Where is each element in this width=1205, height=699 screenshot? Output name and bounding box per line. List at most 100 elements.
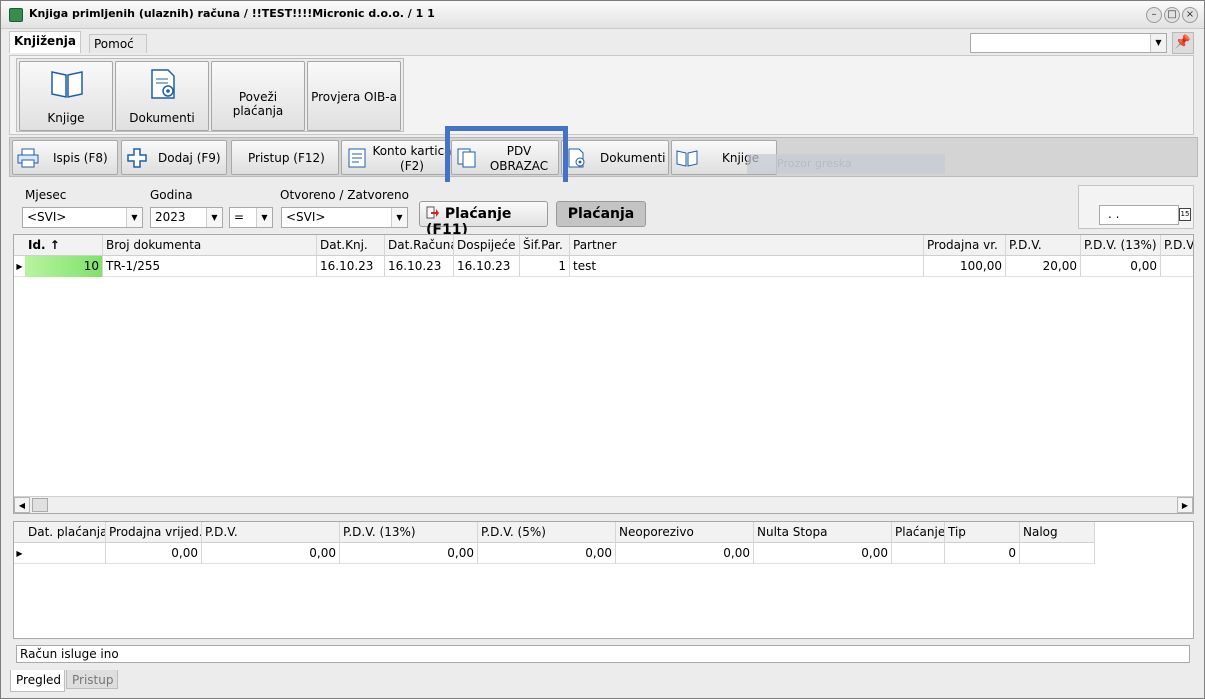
- tab-pregled[interactable]: Pregled: [10, 670, 65, 692]
- dokumenti-button[interactable]: Dokumenti: [561, 140, 669, 175]
- chevron-down-icon[interactable]: ▼: [391, 208, 407, 227]
- cell-pdv-13[interactable]: 0,00: [1081, 256, 1161, 277]
- dokumenti-label: Dokumenti: [129, 111, 195, 125]
- konto-kartica-button[interactable]: Konto kartica (F2): [341, 140, 452, 175]
- dodaj-label: Dodaj (F9): [158, 151, 221, 165]
- chevron-down-icon[interactable]: ▼: [1150, 34, 1166, 52]
- col-dat-racuna[interactable]: Dat.Računa: [385, 235, 454, 256]
- cell-broj-dokumenta[interactable]: TR-1/255: [103, 256, 317, 277]
- grid-header: Id. ↑ Broj dokumenta Dat.Knj. Dat.Računa…: [14, 235, 1193, 256]
- knjige-ribbon-button[interactable]: Knjige: [19, 61, 113, 131]
- scroll-thumb[interactable]: [32, 498, 48, 512]
- title-bar[interactable]: Knjiga primljenih (ulaznih) računa / !!T…: [1, 1, 1204, 29]
- ispis-button[interactable]: Ispis (F8): [12, 140, 118, 175]
- col-pdv[interactable]: P.D.V.: [202, 522, 340, 543]
- cell-partner[interactable]: test: [570, 256, 924, 277]
- cell-pdv-13[interactable]: 0,00: [340, 543, 478, 564]
- cell-id[interactable]: 10: [25, 256, 103, 277]
- povezi-placanja-button[interactable]: Poveži plaćanja: [211, 61, 305, 131]
- cell-neoporezivo[interactable]: 0,00: [616, 543, 754, 564]
- col-pdv-13[interactable]: P.D.V. (13%): [1081, 235, 1161, 256]
- cell-dat-knj[interactable]: 16.10.23: [317, 256, 385, 277]
- status-select[interactable]: <SVI> ▼: [281, 207, 408, 228]
- cell-pdv-more[interactable]: [1161, 256, 1193, 277]
- quick-search-combo[interactable]: ▼: [970, 33, 1167, 53]
- godina-select[interactable]: 2023 ▼: [150, 207, 223, 228]
- cell-sif-par[interactable]: 1: [520, 256, 570, 277]
- cell-tip[interactable]: 0: [945, 543, 1020, 564]
- dokumenti-ribbon-button[interactable]: Dokumenti: [115, 61, 209, 131]
- col-tip[interactable]: Tip: [945, 522, 1020, 543]
- table-row[interactable]: ▶ 10 TR-1/255 16.10.23 16.10.23 16.10.23…: [14, 256, 1193, 277]
- cell-dospijece[interactable]: 16.10.23: [454, 256, 520, 277]
- col-dat-placanja[interactable]: Dat. plaćanja: [25, 522, 106, 543]
- tab-pomoc[interactable]: Pomoć: [89, 34, 147, 53]
- cell-nalog[interactable]: [1020, 543, 1095, 564]
- placanja-button[interactable]: Plaćanja: [556, 201, 646, 227]
- col-dat-knj[interactable]: Dat.Knj.: [317, 235, 385, 256]
- operator-select[interactable]: = ▼: [229, 207, 273, 228]
- pristup-button[interactable]: Pristup (F12): [231, 140, 339, 175]
- tab-knjizenja[interactable]: Knjiženja: [9, 31, 81, 53]
- cell-dat-racuna[interactable]: 16.10.23: [385, 256, 454, 277]
- filter-bar: Mjesec <SVI> ▼ Godina 2023 ▼ = ▼ Otvoren…: [13, 182, 1194, 238]
- col-prodajna-vrijed[interactable]: Prodajna vrijed.: [106, 522, 202, 543]
- col-pdv-13[interactable]: P.D.V. (13%): [340, 522, 478, 543]
- book-icon: [51, 71, 83, 98]
- document-gear-icon: [151, 69, 175, 99]
- invoices-grid: Id. ↑ Broj dokumenta Dat.Knj. Dat.Računa…: [13, 234, 1194, 514]
- col-nulta-stopa[interactable]: Nulta Stopa: [754, 522, 892, 543]
- document-gear-icon: [568, 148, 585, 168]
- col-dospijece[interactable]: Dospijeće: [454, 235, 520, 256]
- tab-pristup[interactable]: Pristup: [66, 670, 118, 689]
- date-filter-box: . . 15: [1078, 185, 1194, 229]
- cell-pdv-5[interactable]: 0,00: [478, 543, 616, 564]
- cell-prodajna-vrijed[interactable]: 0,00: [106, 543, 202, 564]
- col-pdv[interactable]: P.D.V.: [1006, 235, 1081, 256]
- pdv-obrazac-button[interactable]: PDV OBRAZAC: [451, 140, 559, 175]
- col-id[interactable]: Id. ↑: [25, 235, 103, 256]
- ghost-window-label: Prozor greska: [747, 154, 945, 174]
- calendar-icon[interactable]: 15: [1179, 208, 1191, 221]
- cell-pdv[interactable]: 0,00: [202, 543, 340, 564]
- chevron-down-icon[interactable]: ▼: [206, 208, 222, 227]
- main-window: Knjiga primljenih (ulaznih) računa / !!T…: [0, 0, 1205, 699]
- close-icon[interactable]: ×: [1182, 7, 1198, 23]
- date-input[interactable]: . .: [1099, 205, 1179, 225]
- row-indicator-icon: ▶: [16, 549, 23, 558]
- col-placanje[interactable]: Plaćanje: [892, 522, 945, 543]
- cell-prodajna-vr[interactable]: 100,00: [924, 256, 1006, 277]
- col-sif-par[interactable]: Šif.Par.: [520, 235, 570, 256]
- col-broj-dokumenta[interactable]: Broj dokumenta: [103, 235, 317, 256]
- mjesec-select[interactable]: <SVI> ▼: [22, 207, 143, 228]
- dodaj-button[interactable]: Dodaj (F9): [121, 140, 227, 175]
- col-neoporezivo[interactable]: Neoporezivo: [616, 522, 754, 543]
- cell-nulta-stopa[interactable]: 0,00: [754, 543, 892, 564]
- chevron-down-icon[interactable]: ▼: [126, 208, 142, 227]
- col-pdv-5[interactable]: P.D.V. (5%): [478, 522, 616, 543]
- scroll-left-icon[interactable]: ◀: [14, 497, 30, 513]
- col-nalog[interactable]: Nalog: [1020, 522, 1095, 543]
- chevron-down-icon[interactable]: ▼: [256, 208, 272, 227]
- cell-placanje[interactable]: [892, 543, 945, 564]
- memo-field[interactable]: Račun isluge ino: [16, 645, 1190, 663]
- table-row[interactable]: ▶ 0,00 0,00 0,00 0,00 0,00 0,00 0: [14, 543, 1095, 564]
- action-toolbar: Ispis (F8) Dodaj (F9) Pristup (F12) Kont…: [9, 137, 1198, 177]
- maximize-icon[interactable]: □: [1164, 7, 1180, 23]
- placanje-f11-button[interactable]: Plaćanje (F11): [419, 201, 548, 238]
- col-prodajna-vr[interactable]: Prodajna vr.: [924, 235, 1006, 256]
- scroll-right-icon[interactable]: ▶: [1177, 497, 1193, 513]
- horizontal-scrollbar[interactable]: ◀ ▶: [14, 496, 1193, 513]
- ribbon-group: Knjige Dokumenti Poveži plaćanja Provjer…: [16, 58, 404, 132]
- col-partner[interactable]: Partner: [570, 235, 924, 256]
- provjera-oib-button[interactable]: Provjera OIB-a: [307, 61, 401, 131]
- col-pdv-more[interactable]: P.D.V: [1161, 235, 1193, 256]
- godina-label: Godina: [150, 188, 193, 202]
- pdv-obrazac-label: PDV OBRAZAC: [482, 144, 556, 174]
- minimize-icon[interactable]: –: [1146, 7, 1162, 23]
- cell-pdv[interactable]: 20,00: [1006, 256, 1081, 277]
- status-value: <SVI>: [286, 210, 326, 224]
- pin-icon[interactable]: 📌: [1172, 32, 1194, 54]
- cell-dat-placanja[interactable]: [25, 543, 106, 564]
- konto-kartica-line1: Konto kartica: [372, 144, 452, 158]
